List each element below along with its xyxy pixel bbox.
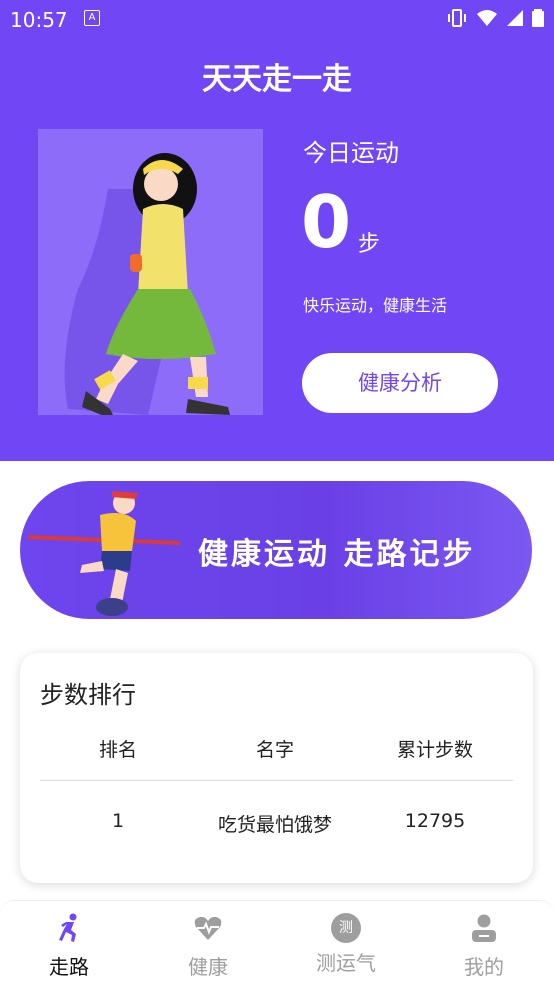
app-title: 天天走一走 (202, 62, 352, 97)
tab-profile[interactable]: 我的 (434, 913, 534, 980)
signal-icon (507, 10, 523, 26)
running-icon (59, 913, 77, 942)
promo-banner[interactable]: 健康运动 走路记步 (20, 481, 532, 619)
column-header-steps: 累计步数 (396, 739, 473, 761)
notification-a-icon: A (84, 10, 100, 26)
status-bar: 10:57 A (0, 0, 554, 36)
banner-text: 健康运动 走路记步 (198, 537, 476, 572)
walking-girl-image (64, 153, 230, 421)
wifi-icon (477, 10, 497, 26)
ranking-title: 步数排行 (40, 681, 136, 709)
today-exercise-label: 今日运动 (303, 139, 399, 167)
slogan: 快乐运动，健康生活 (303, 296, 448, 315)
row-rank: 1 (111, 810, 125, 832)
header-panel: 天天走一走 今日运动 0 步 快乐运动，健康生活 健康分析 (0, 36, 554, 461)
profile-icon (472, 914, 496, 942)
tab-health[interactable]: 健康 (158, 913, 258, 980)
row-steps: 12795 (404, 810, 466, 832)
table-divider (40, 780, 513, 781)
bottom-tab-bar: 走路 健康 测 测运气 我的 (0, 900, 554, 985)
tab-walk-label: 走路 (49, 955, 89, 979)
row-name: 吃货最怕饿梦 (217, 814, 332, 836)
step-unit: 步 (358, 232, 381, 257)
step-count: 0 (301, 180, 352, 264)
column-header-name: 名字 (255, 739, 294, 761)
test-icon: 测 (331, 913, 361, 943)
tab-luck-test-label: 测运气 (316, 951, 376, 975)
ranking-card: 步数排行 排名 名字 累计步数 1 吃货最怕饿梦 12795 (20, 653, 533, 883)
health-analysis-button[interactable]: 健康分析 (302, 353, 498, 413)
vibrate-icon (448, 9, 466, 27)
tab-profile-label: 我的 (464, 955, 504, 979)
column-header-rank: 排名 (98, 739, 137, 761)
heartbeat-icon (194, 916, 222, 940)
tab-luck-test[interactable]: 测 测运气 (296, 913, 396, 976)
status-icons (446, 8, 544, 28)
tab-health-label: 健康 (188, 955, 228, 979)
walking-girl-illustration (38, 129, 263, 421)
tab-walk[interactable]: 走路 (19, 913, 119, 980)
battery-icon (532, 9, 544, 27)
runner-illustration (27, 491, 181, 616)
status-time: 10:57 (10, 8, 68, 32)
